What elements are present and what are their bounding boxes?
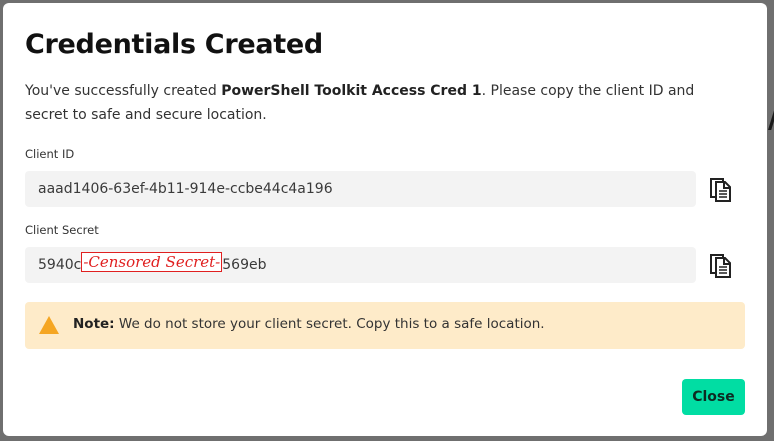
dialog-title: Credentials Created: [25, 29, 323, 60]
intro-prefix: You've successfully created: [25, 83, 222, 99]
client-secret-end: 569eb: [222, 257, 267, 273]
client-secret-start: 5940c: [38, 257, 82, 273]
client-id-field[interactable]: aaad1406-63ef-4b11-914e-ccbe44c4a196: [25, 171, 696, 207]
credentials-dialog: Credentials Created You've successfully …: [3, 3, 767, 436]
note-message: We do not store your client secret. Copy…: [114, 316, 545, 332]
copy-icon: [710, 254, 731, 278]
client-secret-label: Client Secret: [25, 223, 99, 237]
credential-name: PowerShell Toolkit Access Cred 1: [221, 83, 482, 99]
dialog-intro: You've successfully created PowerShell T…: [25, 79, 735, 127]
copy-client-secret-button[interactable]: [708, 251, 734, 279]
client-secret-field[interactable]: 5940c -Censored Secret- 569eb: [25, 247, 696, 283]
note-label: Note:: [73, 316, 115, 332]
note-banner: Note: We do not store your client secret…: [25, 302, 745, 349]
close-button[interactable]: Close: [682, 379, 745, 415]
note-text: Note: We do not store your client secret…: [73, 316, 545, 332]
censored-secret-overlay: -Censored Secret-: [81, 252, 223, 272]
warning-icon: [39, 316, 59, 334]
copy-icon: [710, 178, 731, 202]
client-id-value: aaad1406-63ef-4b11-914e-ccbe44c4a196: [38, 181, 333, 197]
background-text-fragment: /: [768, 100, 774, 135]
copy-client-id-button[interactable]: [708, 175, 734, 203]
client-id-label: Client ID: [25, 147, 75, 161]
